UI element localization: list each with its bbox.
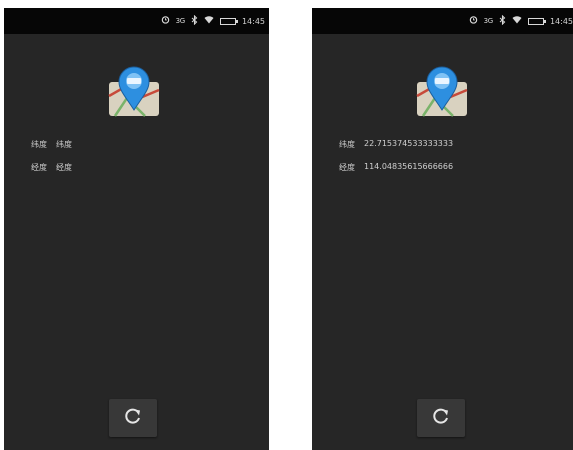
network-type: 3G xyxy=(175,16,186,25)
map-pin-icon xyxy=(105,62,163,120)
phone-screen-right: 3G 14:45 纬度 22.715374533333333 经度 114.04… xyxy=(312,8,573,450)
latitude-label: 纬度 xyxy=(31,140,47,149)
status-bar: 3G 14:45 xyxy=(4,8,269,34)
latitude-label: 纬度 xyxy=(339,140,355,149)
latitude-row: 纬度 22.715374533333333 xyxy=(339,139,453,150)
refresh-button[interactable] xyxy=(417,399,465,437)
phone-screen-left: 3G 14:45 纬度 纬度 经度 经度 xyxy=(4,8,269,450)
status-bar: 3G 14:45 xyxy=(312,8,573,34)
bluetooth-icon xyxy=(499,14,506,28)
latitude-value: 22.715374533333333 xyxy=(364,139,454,148)
battery-icon xyxy=(219,17,238,25)
refresh-button[interactable] xyxy=(109,399,157,437)
longitude-label: 经度 xyxy=(31,163,47,172)
longitude-row: 经度 114.04835615666666 xyxy=(339,162,453,173)
wifi-icon xyxy=(204,15,214,27)
latitude-value: 纬度 xyxy=(56,140,72,149)
longitude-row: 经度 经度 xyxy=(31,162,72,173)
alarm-icon xyxy=(161,15,170,27)
battery-icon xyxy=(527,17,546,25)
latitude-row: 纬度 纬度 xyxy=(31,139,72,150)
longitude-label: 经度 xyxy=(339,163,355,172)
map-pin-icon xyxy=(413,62,471,120)
alarm-icon xyxy=(469,15,478,27)
wifi-icon xyxy=(512,15,522,27)
refresh-icon xyxy=(431,406,451,430)
bluetooth-icon xyxy=(191,14,198,28)
clock: 14:45 xyxy=(549,16,573,26)
network-type: 3G xyxy=(483,16,494,25)
refresh-icon xyxy=(123,406,143,430)
longitude-value: 114.04835615666666 xyxy=(364,162,454,171)
clock: 14:45 xyxy=(241,16,265,26)
longitude-value: 经度 xyxy=(56,163,72,172)
